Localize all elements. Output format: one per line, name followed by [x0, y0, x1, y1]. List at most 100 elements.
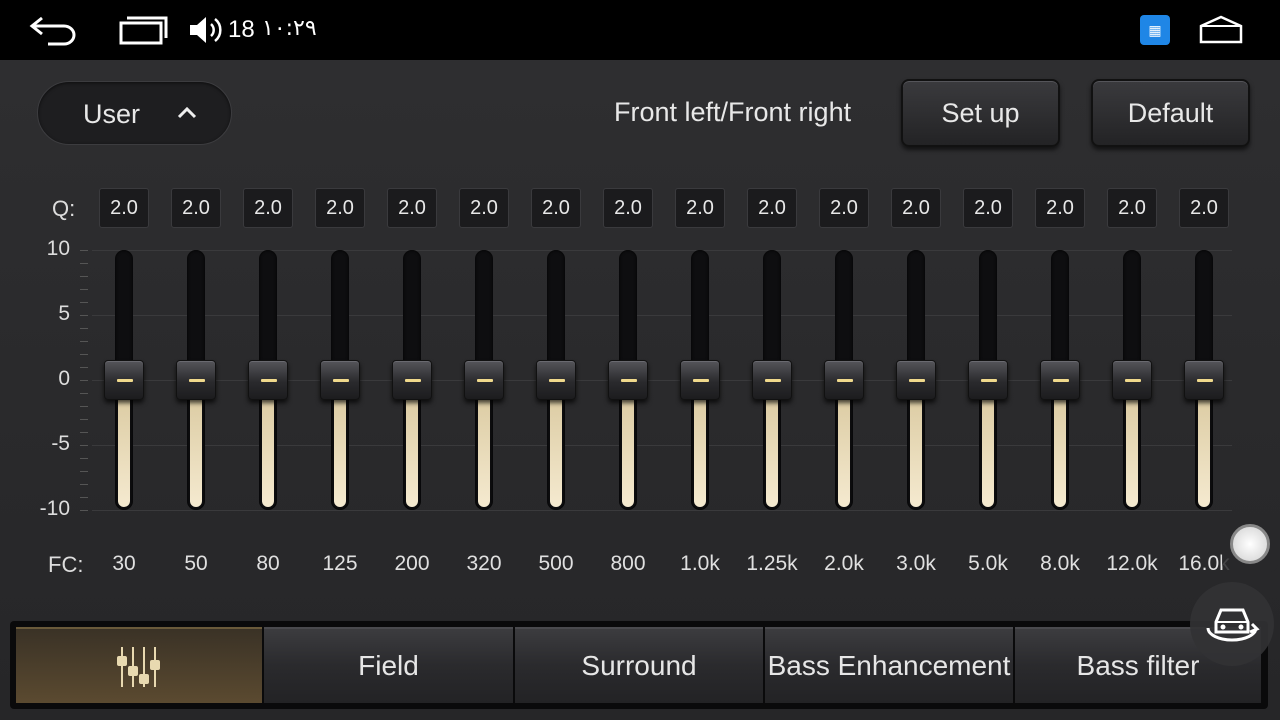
eq-slider-knob[interactable]	[1112, 360, 1152, 400]
axis-tick	[80, 380, 88, 381]
axis-label: 5	[58, 302, 70, 325]
status-bar: 18 ١٠:٢٩ ▦	[0, 0, 1280, 60]
fc-value: 50	[184, 552, 208, 575]
axis-label: 0	[58, 367, 70, 390]
axis-label: 10	[46, 237, 70, 260]
fc-value: 1.0k	[680, 552, 720, 575]
fc-value: 8.0k	[1040, 552, 1080, 575]
fc-value: 80	[256, 552, 280, 575]
q-value-box[interactable]: 2.0	[963, 188, 1013, 228]
q-value-box[interactable]: 2.0	[315, 188, 365, 228]
eq-slider-knob[interactable]	[176, 360, 216, 400]
q-value-box[interactable]: 2.0	[387, 188, 437, 228]
eq-slider-knob[interactable]	[248, 360, 288, 400]
back-arrow-icon[interactable]	[28, 14, 78, 46]
car-view-button[interactable]	[1190, 582, 1274, 666]
q-value-box[interactable]: 2.0	[603, 188, 653, 228]
tab-equalizer[interactable]	[16, 627, 262, 703]
eq-slider-knob[interactable]	[680, 360, 720, 400]
eq-slider-knob[interactable]	[320, 360, 360, 400]
default-button[interactable]: Default	[1091, 79, 1250, 147]
eq-slider-knob[interactable]	[392, 360, 432, 400]
tab-bar: Field Surround Bass Enhancement Bass fil…	[10, 621, 1268, 709]
axis-tick	[80, 276, 88, 277]
eq-slider-knob[interactable]	[1184, 360, 1224, 400]
equalizer-icon	[117, 647, 160, 687]
eq-slider-knob[interactable]	[1040, 360, 1080, 400]
axis-tick	[80, 263, 88, 264]
chevron-up-icon	[177, 106, 197, 119]
axis-tick	[80, 315, 88, 316]
q-value-box[interactable]: 2.0	[243, 188, 293, 228]
axis-label: -5	[51, 432, 70, 455]
axis-tick	[80, 445, 88, 446]
q-value-box[interactable]: 2.0	[99, 188, 149, 228]
eq-slider-knob[interactable]	[896, 360, 936, 400]
preset-selector[interactable]: User	[37, 81, 232, 145]
gridline	[92, 510, 1232, 511]
axis-tick	[80, 471, 88, 472]
fc-value: 30	[112, 552, 136, 575]
axis-tick	[80, 484, 88, 485]
car-360-icon	[1206, 608, 1260, 642]
volume-icon[interactable]	[188, 14, 224, 46]
eq-slider-knob[interactable]	[752, 360, 792, 400]
setup-button[interactable]: Set up	[901, 79, 1060, 147]
app-notification-icon[interactable]: ▦	[1140, 15, 1170, 45]
assistive-touch-button[interactable]	[1222, 516, 1278, 572]
q-value-box[interactable]: 2.0	[747, 188, 797, 228]
q-value-box[interactable]: 2.0	[1179, 188, 1229, 228]
channel-label: Front left/Front right	[614, 97, 852, 127]
axis-tick	[80, 393, 88, 394]
eq-slider-knob[interactable]	[104, 360, 144, 400]
q-label: Q:	[52, 196, 76, 221]
q-value-box[interactable]: 2.0	[1035, 188, 1085, 228]
eq-slider-knob[interactable]	[824, 360, 864, 400]
preset-label: User	[83, 99, 141, 129]
axis-tick	[80, 406, 88, 407]
recent-apps-icon[interactable]	[118, 14, 168, 46]
axis-tick	[80, 354, 88, 355]
fc-value: 12.0k	[1106, 552, 1158, 575]
axis-tick	[80, 250, 88, 251]
fc-value: 5.0k	[968, 552, 1008, 575]
fc-value: 800	[610, 552, 646, 575]
fc-label: FC:	[48, 552, 84, 577]
q-value-box[interactable]: 2.0	[531, 188, 581, 228]
axis-tick	[80, 302, 88, 303]
q-value-box[interactable]: 2.0	[459, 188, 509, 228]
axis-tick	[80, 419, 88, 420]
fc-value: 125	[322, 552, 358, 575]
fc-value: 3.0k	[896, 552, 936, 575]
volume-level: 18	[228, 16, 255, 43]
fc-value: 320	[466, 552, 502, 575]
tab-surround[interactable]: Surround	[515, 627, 763, 703]
q-value-box[interactable]: 2.0	[1107, 188, 1157, 228]
axis-tick	[80, 432, 88, 433]
eq-slider-knob[interactable]	[968, 360, 1008, 400]
axis-label: -10	[39, 497, 70, 520]
axis-tick	[80, 497, 88, 498]
axis-tick	[80, 458, 88, 459]
fc-value: 1.25k	[746, 552, 798, 575]
equalizer-screen: User Front left/Front right Set up Defau…	[0, 60, 1280, 720]
eq-slider-knob[interactable]	[464, 360, 504, 400]
axis-tick	[80, 510, 88, 511]
q-value-box[interactable]: 2.0	[819, 188, 869, 228]
axis-tick	[80, 341, 88, 342]
tab-bass-enhancement[interactable]: Bass Enhancement	[765, 627, 1013, 703]
fc-value: 500	[538, 552, 574, 575]
q-value-box[interactable]: 2.0	[891, 188, 941, 228]
axis-tick	[80, 328, 88, 329]
q-value-box[interactable]: 2.0	[171, 188, 221, 228]
axis-tick	[80, 367, 88, 368]
eq-slider-knob[interactable]	[536, 360, 576, 400]
tab-field[interactable]: Field	[264, 627, 513, 703]
fc-value: 200	[394, 552, 430, 575]
axis-tick	[80, 289, 88, 290]
assistive-touch-icon	[1230, 524, 1270, 564]
home-icon[interactable]	[1198, 14, 1244, 46]
q-value-box[interactable]: 2.0	[675, 188, 725, 228]
fc-value: 2.0k	[824, 552, 864, 575]
eq-slider-knob[interactable]	[608, 360, 648, 400]
